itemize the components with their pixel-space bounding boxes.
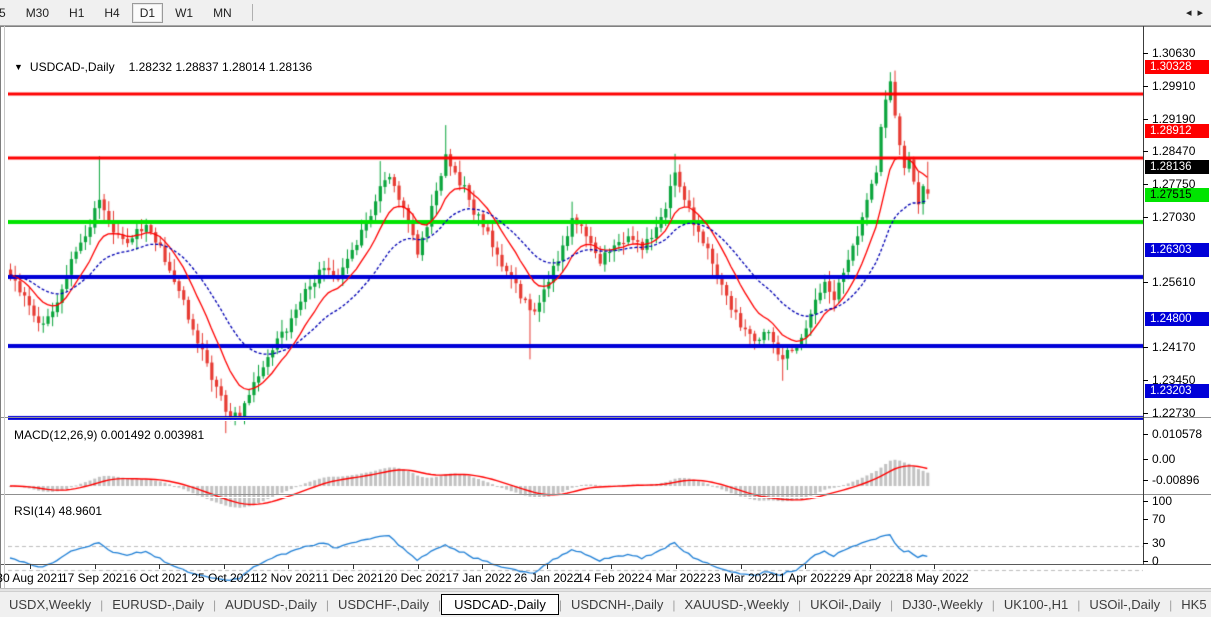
time-axis-tick-mark (611, 564, 612, 569)
price-axis-tick-label: 1.25610 (1152, 275, 1196, 289)
macd-axis-tick-label: -0.00896 (1152, 473, 1200, 487)
price-axis-tick-mark (1143, 519, 1148, 520)
timeframe-button-d1[interactable]: D1 (131, 2, 164, 23)
window-left-edge (0, 26, 1, 588)
rsi-indicator-label: RSI(14) 48.9601 (14, 504, 103, 518)
price-axis-tick-mark (1143, 459, 1148, 460)
level-price-badge: 1.28912 (1145, 124, 1209, 138)
time-axis-tick-mark (288, 564, 289, 569)
rsi-axis-tick-label: 70 (1152, 512, 1166, 526)
price-axis-tick-mark (1143, 151, 1148, 152)
timeframe-toolbar: 5 M30 H1 H4 D1 W1 MN (0, 0, 1211, 26)
time-axis-line (0, 564, 1211, 565)
toolbar-separator (251, 4, 253, 21)
tab-usdcad-daily[interactable]: USDCAD-,Daily (441, 594, 559, 615)
timeframe-button-m30[interactable]: M30 (18, 3, 57, 23)
price-axis-line (1143, 26, 1144, 565)
price-axis-tick-mark (1143, 501, 1148, 502)
tab-audusd-daily[interactable]: AUDUSD-,Daily (216, 595, 326, 614)
time-axis-tick-mark (418, 564, 419, 569)
price-axis-tick-mark (1143, 86, 1148, 87)
timeframe-button-mn[interactable]: MN (205, 3, 240, 23)
level-price-badge: 1.27515 (1145, 188, 1209, 202)
chart-title: ▼ USDCAD-,Daily 1.28232 1.28837 1.28014 1.… (14, 60, 312, 74)
panel-separator-main-macd[interactable] (0, 417, 1211, 421)
time-axis-tick-mark (547, 564, 548, 569)
time-axis-tick-mark (30, 564, 31, 569)
price-axis-tick-label: 1.30630 (1152, 46, 1196, 60)
tab-usdx-weekly[interactable]: USDX,Weekly (0, 595, 100, 614)
price-axis-tick-mark (1143, 184, 1148, 185)
rsi-axis-tick-label: 0 (1152, 554, 1159, 568)
level-price-badge: 1.23203 (1145, 384, 1209, 398)
tab-xauusd-weekly[interactable]: XAUUSD-,Weekly (676, 595, 799, 614)
price-axis-tick-label: 1.27030 (1152, 210, 1196, 224)
window-left-edge-inner (4, 26, 5, 588)
price-axis-tick-mark (1143, 217, 1148, 218)
price-axis-tick-mark (1143, 347, 1148, 348)
chart-menu-arrow-icon[interactable]: ▼ (14, 62, 23, 72)
timeframe-button-h4[interactable]: H4 (96, 3, 127, 23)
tab-scroll-right-icon[interactable]: ▸ (1194, 6, 1206, 19)
tab-usdcnh-daily[interactable]: USDCNH-,Daily (562, 595, 672, 614)
time-axis-tick-mark (934, 564, 935, 569)
time-axis-tick-mark (805, 564, 806, 569)
time-axis-tick-mark (482, 564, 483, 569)
rsi-axis-tick-label: 30 (1152, 536, 1166, 550)
tab-eurusd-daily[interactable]: EURUSD-,Daily (103, 595, 213, 614)
tab-ukoil-daily[interactable]: UKOil-,Daily (801, 595, 890, 614)
price-axis-tick-mark (1143, 434, 1148, 435)
level-price-badge: 1.30328 (1145, 60, 1209, 74)
price-axis-tick-label: 1.29910 (1152, 79, 1196, 93)
price-axis-tick-mark (1143, 380, 1148, 381)
current-price-badge: 1.28136 (1145, 160, 1209, 174)
time-axis-tick-mark (159, 564, 160, 569)
rsi-axis-tick-label: 100 (1152, 494, 1173, 508)
price-axis-tick-label: 1.24170 (1152, 340, 1196, 354)
chart-tab-bar: USDX,Weekly | EURUSD-,Daily | AUDUSD-,Daily |… (0, 591, 1211, 617)
time-axis-tick-mark (676, 564, 677, 569)
timeframe-button-5[interactable]: 5 (0, 3, 14, 23)
time-axis-tick-mark (353, 564, 354, 569)
time-axis-tick-mark (95, 564, 96, 569)
price-chart-canvas[interactable] (8, 53, 1143, 593)
panel-separator-macd-rsi[interactable] (0, 494, 1211, 498)
price-axis-tick-mark (1143, 561, 1148, 562)
time-axis-tick-mark (741, 564, 742, 569)
time-axis-tick-mark (870, 564, 871, 569)
chart-ohlc-values: 1.28232 1.28837 1.28014 1.28136 (128, 60, 313, 74)
price-axis-tick-mark (1143, 480, 1148, 481)
timeframe-button-h1[interactable]: H1 (61, 3, 92, 23)
price-axis-tick-label: 1.28470 (1152, 144, 1196, 158)
tab-usoil-daily[interactable]: USOil-,Daily (1080, 595, 1169, 614)
time-axis-tick-mark (224, 564, 225, 569)
tab-scroll-arrows: ◂ ▸ (1179, 0, 1209, 25)
price-axis-tick-mark (1143, 543, 1148, 544)
macd-axis-tick-label: 0.00 (1152, 452, 1176, 466)
level-price-badge: 1.24800 (1145, 312, 1209, 326)
tab-hk5[interactable]: HK5 (1172, 595, 1211, 614)
tab-uk100-h1[interactable]: UK100-,H1 (995, 595, 1077, 614)
macd-indicator-label: MACD(12,26,9) 0.001492 0.003981 (14, 428, 205, 442)
level-price-badge: 1.26303 (1145, 243, 1209, 257)
price-axis-tick-label: 1.22730 (1152, 406, 1196, 420)
timeframe-button-w1[interactable]: W1 (167, 3, 201, 23)
chart-window: ▼ USDCAD-,Daily 1.28232 1.28837 1.28014 1.… (0, 26, 1211, 593)
chart-symbol-label: USDCAD-,Daily (29, 60, 115, 74)
price-axis-tick-mark (1143, 119, 1148, 120)
tab-usdchf-daily[interactable]: USDCHF-,Daily (329, 595, 438, 614)
price-axis-tick-mark (1143, 413, 1148, 414)
price-axis-tick-mark (1143, 53, 1148, 54)
time-axis-tick-label: 18 May 2022 (899, 571, 969, 585)
macd-axis-tick-label: 0.010578 (1152, 427, 1203, 441)
price-axis-tick-mark (1143, 282, 1148, 283)
tab-dj30-weekly[interactable]: DJ30-,Weekly (893, 595, 992, 614)
tab-scroll-left-icon[interactable]: ◂ (1183, 6, 1195, 19)
